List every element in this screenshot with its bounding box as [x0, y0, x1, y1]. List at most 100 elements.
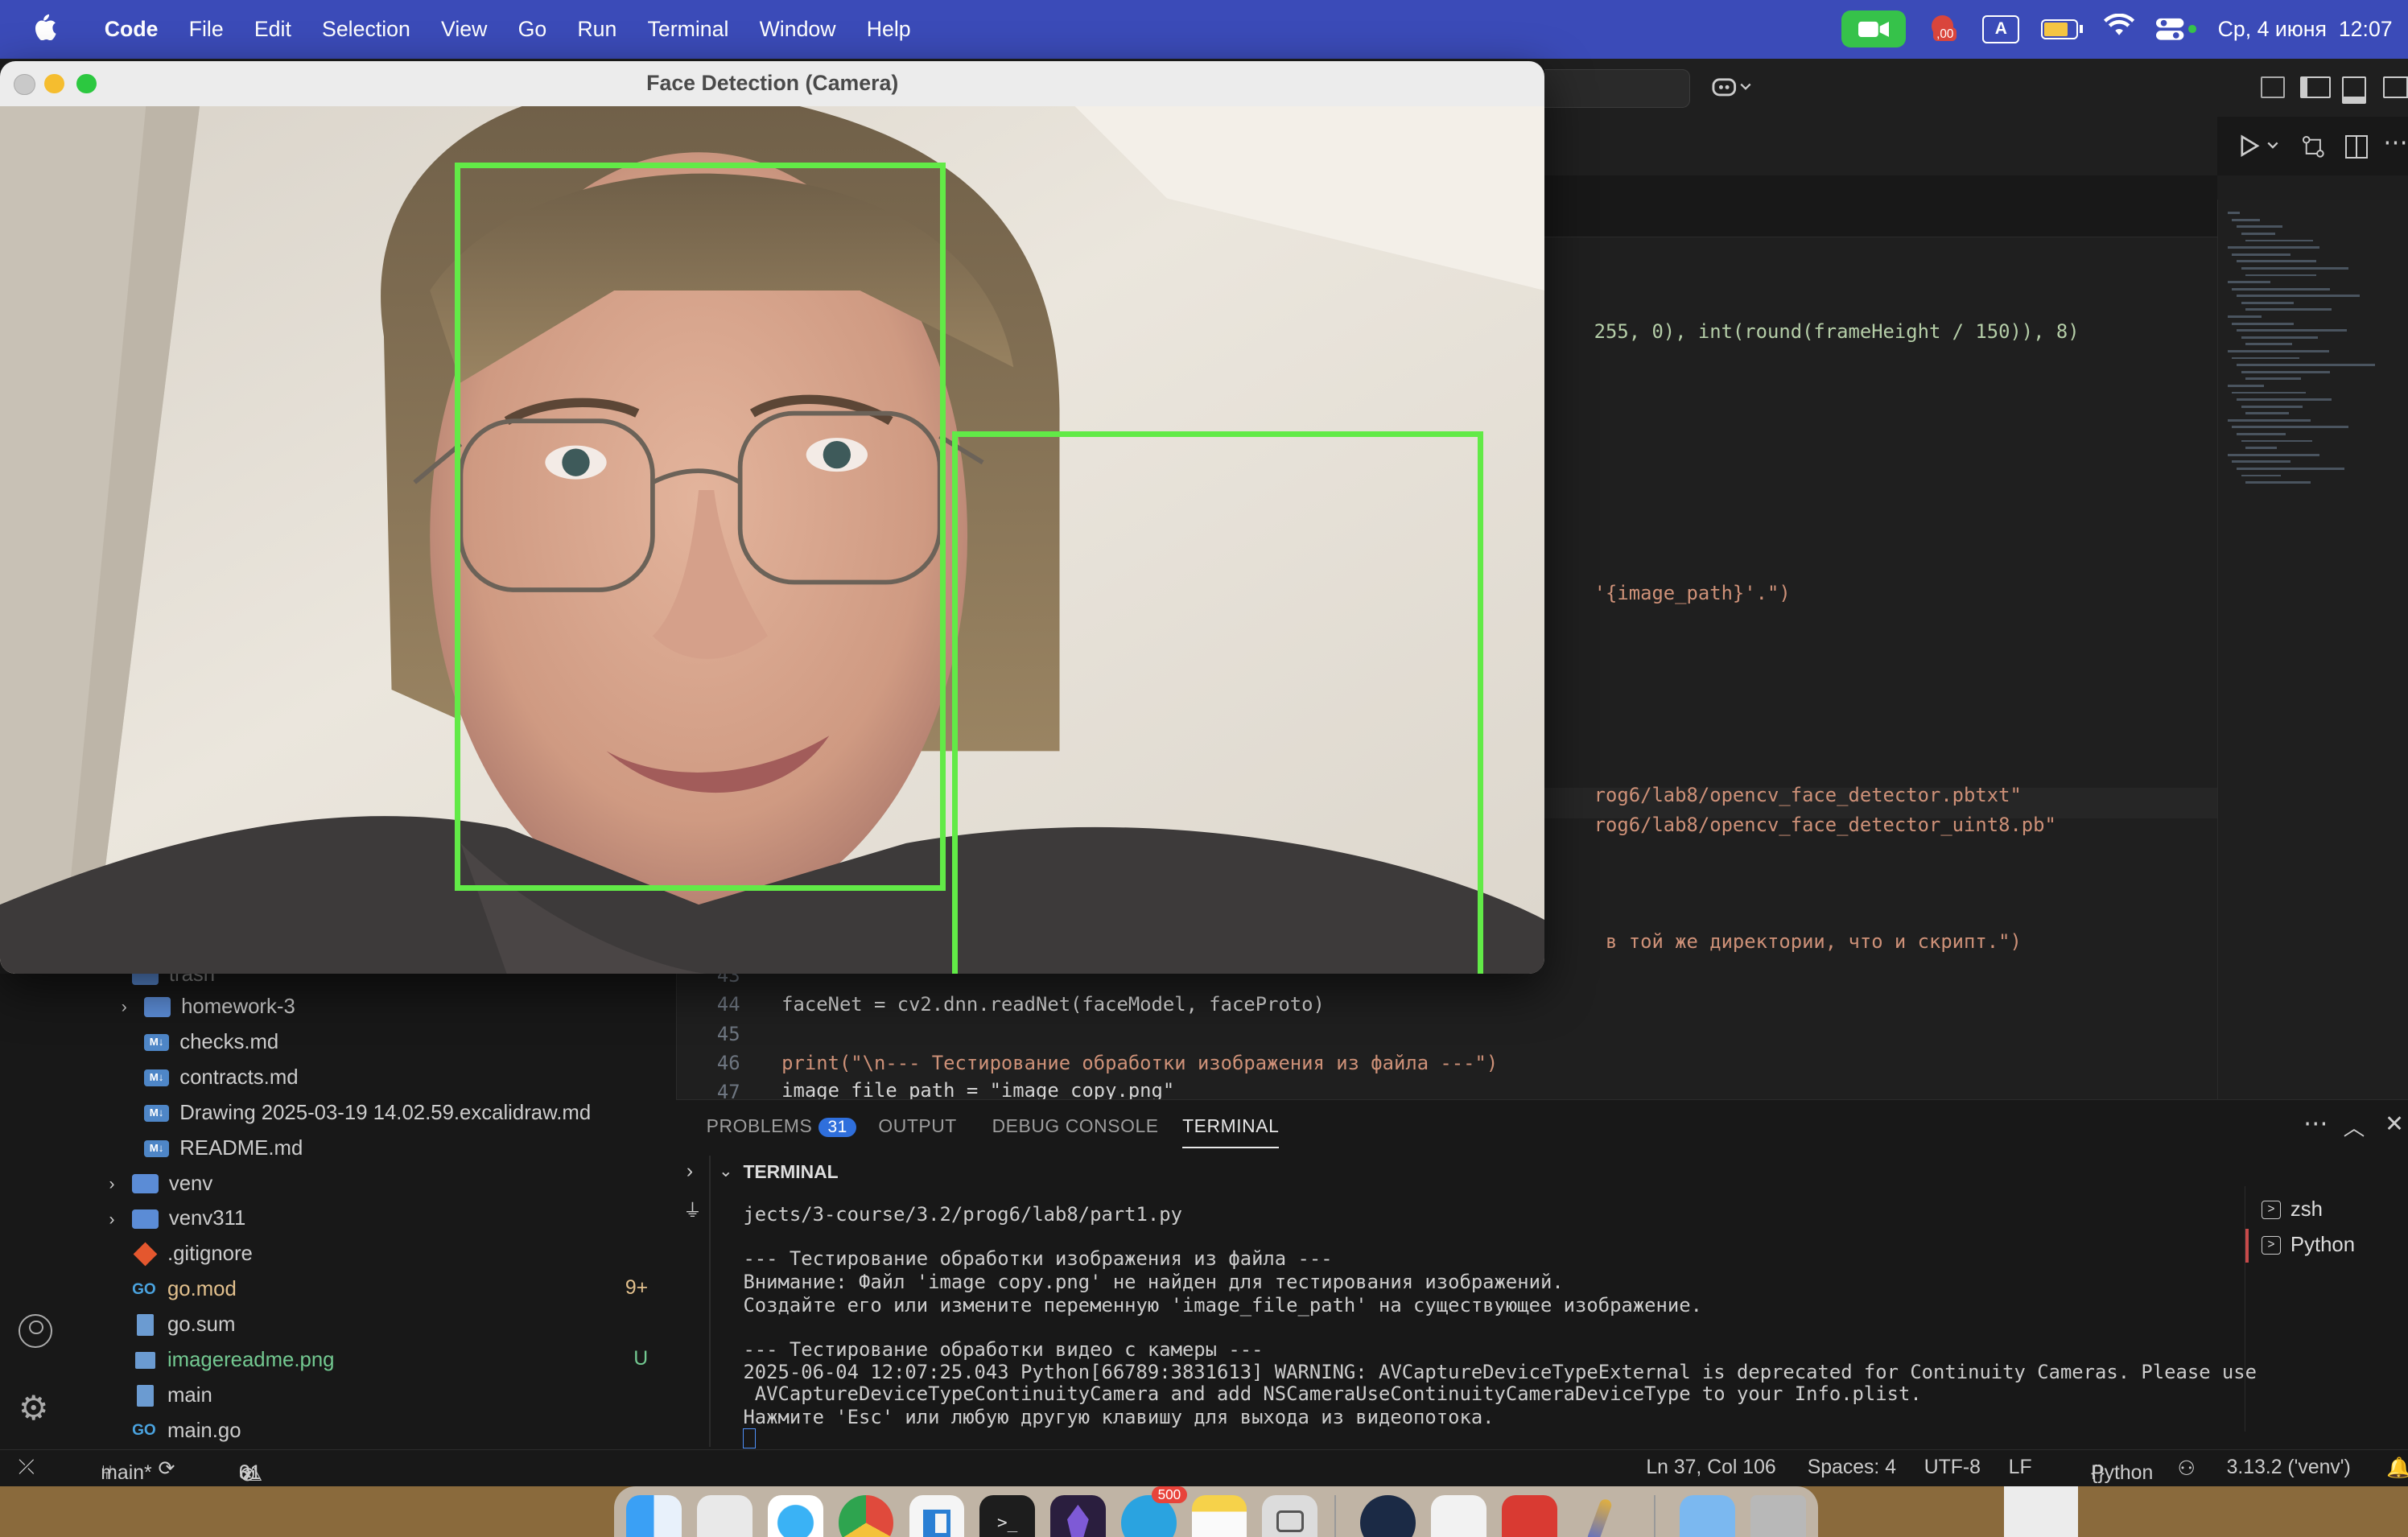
- code-fragment-pb[interactable]: rog6/lab8/opencv_face_detector_uint8.pb": [1548, 791, 2056, 859]
- toggle-primary-sidebar-icon[interactable]: [2300, 76, 2331, 99]
- code-line-44[interactable]: faceNet = cv2.dnn.readNet(faceModel, fac…: [781, 993, 1325, 1016]
- run-python-icon[interactable]: [2239, 134, 2282, 165]
- safari-icon[interactable]: [767, 1495, 823, 1537]
- menu-selection[interactable]: Selection: [307, 17, 426, 42]
- close-panel-icon[interactable]: ✕: [2385, 1110, 2404, 1138]
- telegram-icon[interactable]: 500: [1120, 1485, 1187, 1537]
- tab-terminal[interactable]: TERMINAL: [1182, 1115, 1280, 1148]
- chevron-right-icon[interactable]: ›: [109, 1210, 114, 1230]
- more-actions-icon[interactable]: ⋯: [2383, 129, 2408, 157]
- terminal-line[interactable]: Нажмите 'Esc' или любую другую клавишу д…: [743, 1406, 1494, 1428]
- chevron-right-icon[interactable]: ›: [687, 1160, 693, 1183]
- notifications-bell-icon[interactable]: 🔔: [2386, 1457, 2408, 1480]
- source-control-compare-icon[interactable]: [2302, 135, 2325, 165]
- tree-folder[interactable]: venv311: [132, 1202, 245, 1236]
- command-center-search[interactable]: [1544, 68, 1690, 108]
- terminal-line[interactable]: Внимание: Файл 'image copy.png' не найде…: [743, 1271, 1563, 1293]
- terminal-entry-python[interactable]: > Python: [2261, 1234, 2355, 1257]
- manage-gear-icon[interactable]: ⚙: [19, 1391, 49, 1425]
- finder-icon[interactable]: [626, 1495, 682, 1537]
- menu-app-name[interactable]: Code: [89, 17, 174, 42]
- battery-icon[interactable]: [2041, 19, 2083, 39]
- terminal-entry-zsh[interactable]: > zsh: [2261, 1198, 2323, 1222]
- tree-file[interactable]: .gitignore: [132, 1238, 253, 1271]
- terminal-line[interactable]: Создайте его или измените переменную 'im…: [743, 1294, 1701, 1317]
- menu-terminal[interactable]: Terminal: [632, 17, 744, 42]
- plug-icon[interactable]: ⏚: [683, 1195, 702, 1222]
- apple-icon[interactable]: [0, 13, 89, 46]
- chevron-right-icon[interactable]: ›: [109, 1175, 114, 1194]
- tree-file[interactable]: M↓ README.md: [144, 1131, 303, 1165]
- tree-file[interactable]: go.sum: [132, 1308, 235, 1342]
- trash-icon[interactable]: [1750, 1495, 1806, 1537]
- copilot-status-icon[interactable]: ⚇: [2178, 1457, 2196, 1481]
- vscode-icon[interactable]: [909, 1495, 965, 1537]
- menu-help[interactable]: Help: [851, 17, 926, 42]
- menu-edit[interactable]: Edit: [239, 17, 307, 42]
- menu-go[interactable]: Go: [503, 17, 563, 42]
- menu-window[interactable]: Window: [744, 17, 851, 42]
- close-window-button[interactable]: [14, 73, 35, 96]
- downloads-folder-icon[interactable]: [1680, 1495, 1736, 1537]
- toggle-panel-icon[interactable]: [2341, 76, 2367, 105]
- chrome-icon[interactable]: [838, 1495, 894, 1537]
- input-source-icon[interactable]: A: [1982, 14, 2020, 43]
- remote-icon[interactable]: ⤫: [19, 1457, 35, 1479]
- chevron-down-icon[interactable]: ⌄: [719, 1161, 733, 1181]
- camera-window-titlebar[interactable]: Face Detection (Camera): [0, 61, 1545, 106]
- toggle-secondary-sidebar-icon[interactable]: [2383, 76, 2408, 99]
- maximize-panel-icon[interactable]: ︿: [2344, 1111, 2365, 1142]
- tree-file[interactable]: M↓ checks.md: [144, 1026, 278, 1060]
- encoding[interactable]: UTF-8: [1924, 1457, 1981, 1479]
- pen-app-icon[interactable]: [1573, 1495, 1628, 1537]
- tree-file[interactable]: GO main.go: [132, 1414, 241, 1448]
- terminal-line[interactable]: 2025-06-04 12:07:25.043 Python[66789:383…: [743, 1361, 2257, 1383]
- cursor-position[interactable]: Ln 37, Col 106: [1646, 1457, 1775, 1479]
- tree-file[interactable]: M↓ Drawing 2025-03-19 14.02.59.excalidraw…: [144, 1096, 591, 1130]
- tab-problems[interactable]: PROBLEMS 31: [707, 1115, 857, 1138]
- camera-in-use-icon[interactable]: [1841, 10, 1906, 48]
- terminal-line[interactable]: jects/3-course/3.2/prog6/lab8/part1.py: [743, 1203, 1182, 1226]
- screen-record-icon[interactable]: ,00: [1928, 12, 1961, 46]
- accounts-icon[interactable]: [18, 1314, 52, 1349]
- steam-icon[interactable]: [1360, 1495, 1416, 1537]
- notes-icon[interactable]: [1191, 1495, 1247, 1537]
- screenshot-icon[interactable]: [1262, 1495, 1318, 1537]
- code-line-47[interactable]: image_file_path = "image copy.png": [781, 1079, 1174, 1099]
- tab-debug-console[interactable]: DEBUG CONSOLE: [992, 1115, 1159, 1137]
- camera-window[interactable]: Face Detection (Camera): [0, 61, 1545, 974]
- tree-folder[interactable]: homework-3: [144, 991, 295, 1024]
- tab-output[interactable]: OUTPUT: [878, 1115, 956, 1137]
- layout-customize-icon[interactable]: [2260, 76, 2286, 99]
- code-line-46[interactable]: print("\n--- Тестирование обработки изоб…: [781, 1052, 1498, 1074]
- menu-view[interactable]: View: [426, 17, 503, 42]
- python-interpreter[interactable]: 3.13.2 ('venv'): [2227, 1457, 2351, 1479]
- textedit-icon[interactable]: [1431, 1495, 1486, 1537]
- copilot-icon[interactable]: [1712, 76, 1752, 104]
- obsidian-icon[interactable]: [1050, 1495, 1106, 1537]
- menu-file[interactable]: File: [174, 17, 239, 42]
- tree-file[interactable]: imagereadme.png: [132, 1343, 335, 1377]
- menubar-clock[interactable]: Ср, 4 июня 12:07: [2218, 17, 2393, 42]
- wifi-icon[interactable]: [2104, 14, 2135, 44]
- gift-app-icon[interactable]: [1502, 1495, 1557, 1537]
- chevron-right-icon[interactable]: ›: [122, 998, 127, 1017]
- launchpad-icon[interactable]: [697, 1495, 752, 1537]
- code-fragment-fstring[interactable]: '{image_path}'."): [1548, 559, 1791, 627]
- menu-run[interactable]: Run: [562, 17, 632, 42]
- terminal-line[interactable]: --- Тестирование обработки изображения и…: [743, 1247, 1332, 1270]
- minimap[interactable]: [2217, 200, 2408, 1100]
- tree-file[interactable]: GO go.mod: [132, 1273, 237, 1307]
- tree-file[interactable]: main: [132, 1378, 212, 1412]
- tree-folder[interactable]: venv: [132, 1167, 212, 1201]
- end-of-line[interactable]: LF: [2009, 1457, 2032, 1479]
- code-fragment-directory[interactable]: в той же директории, что и скрипт."): [1548, 908, 2022, 975]
- code-fragment-rectangle[interactable]: 255, 0), int(round(frameHeight / 150)), …: [1548, 298, 2080, 365]
- tree-file[interactable]: M↓ contracts.md: [144, 1061, 299, 1094]
- sync-icon[interactable]: ⟳: [159, 1457, 175, 1481]
- terminal-app-icon[interactable]: >_: [979, 1495, 1035, 1537]
- indentation[interactable]: Spaces: 4: [1808, 1457, 1896, 1479]
- terminal-line[interactable]: AVCaptureDeviceTypeContinuityCamera and …: [743, 1382, 1922, 1405]
- split-editor-icon[interactable]: [2344, 134, 2369, 159]
- panel-more-icon[interactable]: ⋯: [2303, 1110, 2328, 1138]
